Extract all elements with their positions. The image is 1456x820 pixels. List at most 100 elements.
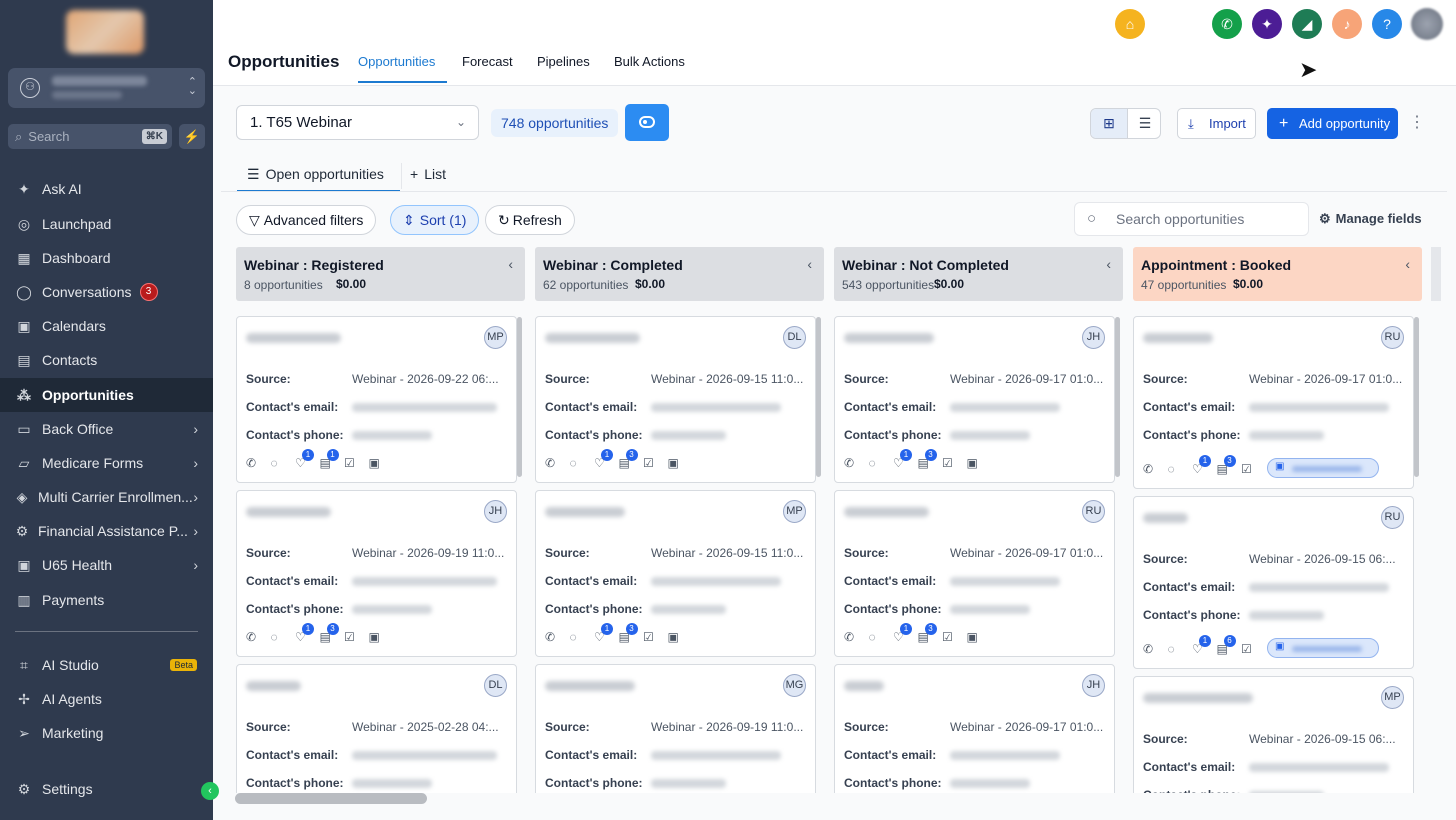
- task-icon[interactable]: ☑: [643, 456, 668, 470]
- sidebar-item-conversations[interactable]: ◯ Conversations 3: [0, 275, 213, 309]
- toggle-view-button[interactable]: [625, 104, 669, 141]
- sidebar-search[interactable]: ⌕ Search ⌘K: [8, 124, 172, 149]
- phone-icon[interactable]: ✆: [246, 456, 271, 470]
- assignee-initials[interactable]: MP: [484, 326, 507, 349]
- chat-icon[interactable]: ◌: [570, 456, 595, 470]
- appointment-tag[interactable]: ▣: [1267, 638, 1379, 658]
- manage-fields-button[interactable]: ⚙ Manage fields: [1319, 211, 1422, 227]
- note-icon[interactable]: ▤ 1: [320, 449, 345, 470]
- sidebar-item-multi-carrier[interactable]: ◈ Multi Carrier Enrollmen... ›: [0, 480, 213, 514]
- tag-icon[interactable]: ♡ 1: [295, 449, 320, 470]
- note-icon[interactable]: ▤ 3: [320, 623, 345, 644]
- tab-forecast[interactable]: Forecast: [462, 54, 513, 69]
- phone-icon[interactable]: ✆: [1212, 9, 1242, 39]
- add-list-tab[interactable]: + List: [410, 166, 446, 182]
- chat-icon[interactable]: ◌: [271, 456, 296, 470]
- opportunity-card[interactable]: RU Source: Webinar - 2026-09-15 06:... Cont…: [1133, 496, 1414, 669]
- opportunity-card[interactable]: JH Source: Webinar - 2026-09-19 11:0... Con…: [236, 490, 517, 657]
- sidebar-item-launchpad[interactable]: ◎ Launchpad: [0, 207, 213, 241]
- collapse-column-icon[interactable]: ‹: [1106, 256, 1111, 272]
- company-logo[interactable]: [66, 10, 144, 54]
- task-icon[interactable]: ☑: [643, 630, 668, 644]
- contact-name[interactable]: [844, 333, 934, 343]
- tab-bulk-actions[interactable]: Bulk Actions: [614, 54, 685, 69]
- sidebar-item-ai-agents[interactable]: ✢ AI Agents: [0, 682, 213, 716]
- assignee-initials[interactable]: DL: [484, 674, 507, 697]
- contact-name[interactable]: [844, 681, 884, 691]
- assignee-initials[interactable]: RU: [1082, 500, 1105, 523]
- sidebar-item-u65-health[interactable]: ▣ U65 Health ›: [0, 548, 213, 582]
- column-scrollbar[interactable]: [517, 317, 522, 477]
- note-icon[interactable]: ▤ 3: [918, 449, 943, 470]
- ai-sparkle-icon[interactable]: ✦: [1252, 9, 1282, 39]
- home-icon[interactable]: ⌂: [1115, 9, 1145, 39]
- contact-name[interactable]: [844, 507, 929, 517]
- sidebar-item-marketing[interactable]: ➢ Marketing: [0, 716, 213, 750]
- opportunity-card[interactable]: DL Source: Webinar - 2026-09-15 11:0... Con…: [535, 316, 816, 483]
- tag-icon[interactable]: ♡ 1: [893, 449, 918, 470]
- tab-opportunities[interactable]: Opportunities: [358, 54, 435, 69]
- tag-icon[interactable]: ♡ 1: [1192, 635, 1217, 656]
- tag-icon[interactable]: ♡ 1: [1192, 455, 1217, 476]
- note-icon[interactable]: ▤ 3: [918, 623, 943, 644]
- user-avatar[interactable]: [1411, 8, 1443, 40]
- contact-name[interactable]: [1143, 513, 1188, 523]
- phone-icon[interactable]: ✆: [545, 456, 570, 470]
- tab-pipelines[interactable]: Pipelines: [537, 54, 590, 69]
- sidebar-item-settings[interactable]: ⚙ Settings: [0, 772, 213, 806]
- assignee-initials[interactable]: MP: [1381, 686, 1404, 709]
- opportunity-card[interactable]: MG Source: Webinar - 2026-09-19 11:0... Con…: [535, 664, 816, 793]
- appointment-icon[interactable]: ▣: [668, 630, 693, 644]
- opportunity-card[interactable]: RU Source: Webinar - 2026-09-17 01:0... Con…: [834, 490, 1115, 657]
- opportunity-card[interactable]: MP Source: Webinar - 2026-09-15 06:... Cont…: [1133, 676, 1414, 793]
- sidebar-item-contacts[interactable]: ▤ Contacts: [0, 343, 213, 377]
- note-icon[interactable]: ▤ 3: [619, 623, 644, 644]
- sidebar-item-medicare-forms[interactable]: ▱ Medicare Forms ›: [0, 446, 213, 480]
- sidebar-item-payments[interactable]: ▥ Payments: [0, 583, 213, 617]
- search-opportunities-input[interactable]: ○ Search opportunities: [1074, 202, 1309, 236]
- sort-button[interactable]: ⇕ Sort (1): [390, 205, 480, 235]
- task-icon[interactable]: ☑: [942, 630, 967, 644]
- list-view-icon[interactable]: ☰: [1127, 109, 1160, 138]
- quick-action-bolt-icon[interactable]: ⚡: [179, 124, 205, 149]
- contact-name[interactable]: [545, 681, 635, 691]
- phone-icon[interactable]: ✆: [246, 630, 271, 644]
- advanced-filters-button[interactable]: ▽ Advanced filters: [236, 205, 377, 235]
- collapse-sidebar-button[interactable]: ‹: [201, 782, 219, 800]
- task-icon[interactable]: ☑: [344, 630, 369, 644]
- pipeline-select[interactable]: 1. T65 Webinar ⌄: [236, 105, 479, 140]
- tag-icon[interactable]: ♡ 1: [594, 623, 619, 644]
- opportunity-card[interactable]: RU Source: Webinar - 2026-09-17 01:0... Con…: [1133, 316, 1414, 489]
- chat-icon[interactable]: ◌: [570, 630, 595, 644]
- opportunity-card[interactable]: MP Source: Webinar - 2026-09-15 11:0... Con…: [535, 490, 816, 657]
- appointment-tag[interactable]: ▣: [1267, 458, 1379, 478]
- assignee-initials[interactable]: JH: [1082, 326, 1105, 349]
- note-icon[interactable]: ▤ 3: [1217, 455, 1242, 476]
- import-button[interactable]: ⤓ Import: [1177, 108, 1256, 139]
- sidebar-item-opportunities[interactable]: ⁂ Opportunities: [0, 378, 213, 412]
- bell-icon[interactable]: ♪: [1332, 9, 1362, 39]
- opportunity-card[interactable]: MP Source: Webinar - 2026-09-22 06:... Cont…: [236, 316, 517, 483]
- note-icon[interactable]: ▤ 6: [1217, 635, 1242, 656]
- phone-icon[interactable]: ✆: [545, 630, 570, 644]
- assignee-initials[interactable]: MG: [783, 674, 806, 697]
- column-scrollbar[interactable]: [1414, 317, 1419, 477]
- assignee-initials[interactable]: RU: [1381, 506, 1404, 529]
- chat-icon[interactable]: ◌: [271, 630, 296, 644]
- chat-icon[interactable]: ◌: [1168, 642, 1193, 656]
- appointment-icon[interactable]: ▣: [369, 456, 394, 470]
- column-scrollbar[interactable]: [1115, 317, 1120, 477]
- task-icon[interactable]: ☑: [1241, 642, 1266, 656]
- phone-icon[interactable]: ✆: [1143, 462, 1168, 476]
- tag-icon[interactable]: ♡ 1: [295, 623, 320, 644]
- contact-name[interactable]: [545, 333, 640, 343]
- tab-open-opportunities[interactable]: ☰ Open opportunities: [247, 166, 384, 183]
- chat-icon[interactable]: ◌: [869, 456, 894, 470]
- contact-name[interactable]: [246, 333, 341, 343]
- phone-icon[interactable]: ✆: [1143, 642, 1168, 656]
- horizontal-scrollbar[interactable]: [235, 793, 427, 804]
- account-switcher[interactable]: ⚇ ⌃ ⌄: [8, 68, 205, 108]
- contact-name[interactable]: [1143, 333, 1213, 343]
- note-icon[interactable]: ▤ 3: [619, 449, 644, 470]
- task-icon[interactable]: ☑: [344, 456, 369, 470]
